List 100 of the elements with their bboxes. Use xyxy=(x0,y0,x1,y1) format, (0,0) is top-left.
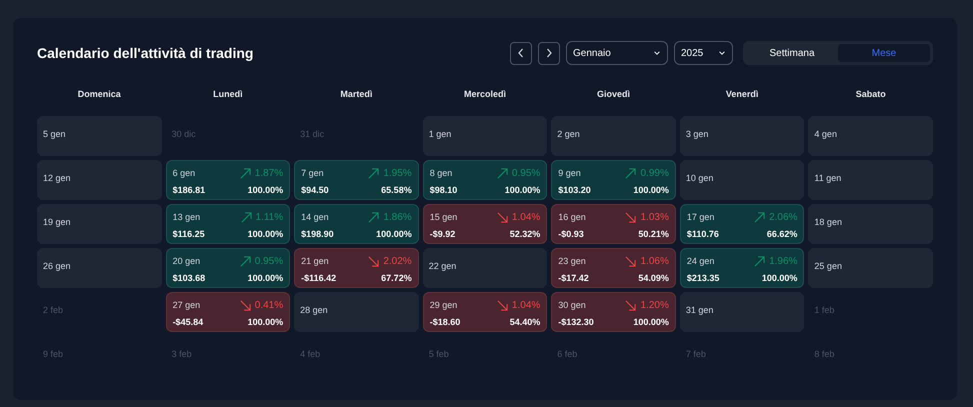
weekday-header: Martedì xyxy=(340,88,372,101)
pnl-amount: $110.76 xyxy=(686,228,719,241)
day-cell[interactable]: 31 gen xyxy=(680,292,804,332)
day-date: 9 gen xyxy=(558,166,581,180)
day-date: 5 gen xyxy=(43,129,66,139)
trend-up-icon xyxy=(240,256,251,267)
day-date: 8 gen xyxy=(430,166,452,180)
day-date: 1 feb xyxy=(814,305,834,315)
day-cell[interactable]: 5 gen xyxy=(37,116,162,156)
day-date: 6 gen xyxy=(172,166,196,180)
day-date: 14 gen xyxy=(301,210,329,224)
day-cell[interactable]: 11 gen xyxy=(808,160,933,200)
win-rate: 67.72% xyxy=(381,272,412,285)
loss-day-cell[interactable]: 30 gen 1.20% -$132.30 100.00% xyxy=(551,292,676,332)
pnl-amount: $186.81 xyxy=(172,184,206,197)
win-rate: 100.00% xyxy=(248,184,284,197)
chevron-down-icon xyxy=(718,49,726,57)
day-cell[interactable]: 2 gen xyxy=(551,116,676,156)
day-cell[interactable]: 25 gen xyxy=(808,248,933,288)
trend-up-icon xyxy=(754,256,766,267)
day-date: 20 gen xyxy=(172,254,200,268)
day-cell[interactable]: 1 gen xyxy=(422,116,548,156)
trend-up-icon xyxy=(368,212,380,223)
weekday-header: Mercoledì xyxy=(464,88,506,101)
day-date: 30 dic xyxy=(172,129,196,139)
pnl-amount: -$9.92 xyxy=(430,228,456,241)
change-percent: 0.95% xyxy=(254,255,284,269)
day-date: 12 gen xyxy=(43,173,71,183)
trend-up-icon xyxy=(240,212,252,223)
loss-day-cell[interactable]: 21 gen 2.02% -$116.42 67.72% xyxy=(294,248,419,288)
day-date: 7 feb xyxy=(686,349,706,359)
weekday-header: Domenica xyxy=(78,88,121,101)
loss-day-cell[interactable]: 27 gen 0.41% -$45.84 100.00% xyxy=(166,292,290,332)
change-percent: 0.41% xyxy=(254,299,284,313)
weekday-header: Lunedì xyxy=(213,88,243,101)
day-date: 23 gen xyxy=(558,254,586,268)
day-cell[interactable]: 3 gen xyxy=(680,116,804,156)
profit-day-cell[interactable]: 17 gen 2.06% $110.76 66.62% xyxy=(680,204,804,244)
loss-day-cell[interactable]: 15 gen 1.04% -$9.92 52.32% xyxy=(422,204,548,244)
pnl-amount: $198.90 xyxy=(301,228,334,241)
profit-day-cell[interactable]: 6 gen 1.87% $186.81 100.00% xyxy=(166,160,290,200)
win-rate: 66.62% xyxy=(766,228,798,241)
profit-day-cell[interactable]: 20 gen 0.95% $103.68 100.00% xyxy=(166,248,290,288)
trend-down-icon xyxy=(240,300,251,311)
month-select[interactable]: Gennaio xyxy=(566,41,668,65)
change-percent: 0.95% xyxy=(512,167,540,181)
day-cell[interactable]: 28 gen xyxy=(294,292,419,332)
win-rate: 100.00% xyxy=(248,272,284,285)
day-date: 28 gen xyxy=(300,305,328,315)
pnl-amount: $98.10 xyxy=(430,184,458,197)
win-rate: 100.00% xyxy=(633,184,669,197)
day-date: 15 gen xyxy=(430,210,458,224)
day-date: 1 gen xyxy=(428,129,452,139)
day-cell[interactable]: 18 gen xyxy=(808,204,933,244)
view-tab[interactable]: Mese xyxy=(838,44,930,62)
trend-down-icon xyxy=(625,212,636,223)
day-cell[interactable]: 12 gen xyxy=(37,160,162,200)
loss-day-cell[interactable]: 16 gen 1.03% -$0.93 50.21% xyxy=(551,204,676,244)
weekday-header: Venerdì xyxy=(726,88,758,101)
view-tab[interactable]: Settimana xyxy=(746,44,838,62)
weekday-header: Sabato xyxy=(856,88,886,101)
win-rate: 54.40% xyxy=(510,316,540,329)
profit-day-cell[interactable]: 14 gen 1.86% $198.90 100.00% xyxy=(294,204,419,244)
day-cell[interactable]: 22 gen xyxy=(422,248,548,288)
loss-day-cell[interactable]: 23 gen 1.06% -$17.42 54.09% xyxy=(551,248,676,288)
day-date: 9 feb xyxy=(43,349,64,359)
pnl-amount: -$17.42 xyxy=(558,272,589,285)
profit-day-cell[interactable]: 9 gen 0.99% $103.20 100.00% xyxy=(551,160,676,200)
chevron-down-icon xyxy=(653,49,661,57)
profit-day-cell[interactable]: 24 gen 1.96% $213.35 100.00% xyxy=(680,248,804,288)
profit-day-cell[interactable]: 7 gen 1.95% $94.50 65.58% xyxy=(294,160,419,200)
year-select[interactable]: 2025 xyxy=(674,41,733,65)
day-cell[interactable]: 10 gen xyxy=(680,160,804,200)
pnl-amount: $103.20 xyxy=(558,184,591,197)
day-date: 13 gen xyxy=(172,210,200,224)
day-cell[interactable]: 19 gen xyxy=(37,204,162,244)
day-date: 11 gen xyxy=(814,173,842,183)
day-date: 22 gen xyxy=(428,261,456,271)
win-rate: 65.58% xyxy=(381,184,412,197)
win-rate: 100.00% xyxy=(376,228,412,241)
change-percent: 1.04% xyxy=(512,299,540,313)
pnl-amount: -$132.30 xyxy=(558,316,594,329)
profit-day-cell[interactable]: 8 gen 0.95% $98.10 100.00% xyxy=(422,160,548,200)
day-date: 3 gen xyxy=(686,129,708,139)
day-date: 19 gen xyxy=(43,217,71,227)
previous-button[interactable] xyxy=(510,42,532,64)
pnl-amount: $116.25 xyxy=(172,228,205,241)
change-percent: 1.96% xyxy=(769,255,798,269)
change-percent: 2.06% xyxy=(769,211,798,225)
pnl-amount: -$45.84 xyxy=(172,316,204,329)
change-percent: 1.11% xyxy=(256,211,284,225)
loss-day-cell[interactable]: 29 gen 1.04% -$18.60 54.40% xyxy=(422,292,548,332)
day-date: 18 gen xyxy=(814,217,842,227)
day-cell[interactable]: 4 gen xyxy=(808,116,933,156)
day-date: 24 gen xyxy=(686,254,714,268)
day-cell[interactable]: 26 gen xyxy=(37,248,162,288)
next-button[interactable] xyxy=(538,42,560,64)
profit-day-cell[interactable]: 13 gen 1.11% $116.25 100.00% xyxy=(166,204,290,244)
change-percent: 1.06% xyxy=(640,255,669,269)
win-rate: 100.00% xyxy=(248,316,284,329)
